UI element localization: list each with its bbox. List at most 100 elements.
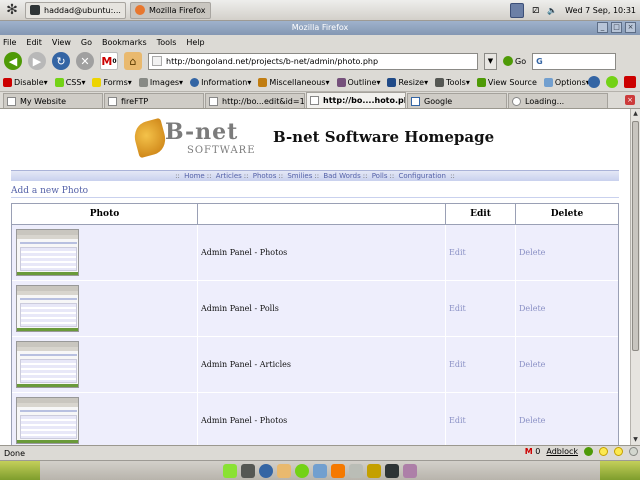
tab-google[interactable]: Google — [407, 93, 507, 108]
menu-bookmarks[interactable]: Bookmarks — [102, 38, 147, 47]
stop-button[interactable]: ✕ — [76, 52, 94, 70]
menu-view[interactable]: View — [52, 38, 71, 47]
edit-link[interactable]: Edit — [449, 304, 466, 313]
launcher-icon[interactable] — [367, 463, 381, 478]
weather-icon[interactable] — [599, 447, 608, 456]
column-header-photo: Photo — [12, 204, 198, 225]
taskbar-item-firefox[interactable]: Mozilla Firefox — [129, 1, 211, 19]
taskbar-item-terminal[interactable]: haddad@ubuntu:... — [25, 1, 126, 19]
delete-link[interactable]: Delete — [519, 416, 545, 425]
adblock-label[interactable]: Adblock — [546, 447, 578, 456]
delete-link[interactable]: Delete — [519, 304, 545, 313]
devbar-disable[interactable]: Disable▾ — [3, 77, 48, 87]
volume-icon[interactable]: 🔈 — [547, 6, 557, 15]
network-icon[interactable]: ⚂ — [532, 6, 539, 15]
close-icon[interactable]: × — [625, 22, 636, 33]
home-button[interactable]: ⌂ — [124, 52, 142, 70]
devbar-css[interactable]: CSS▾ — [54, 77, 85, 87]
information-icon — [190, 77, 200, 87]
launcher-icon[interactable] — [295, 463, 309, 478]
nav-link-articles[interactable]: Articles — [216, 172, 242, 180]
devbar-images[interactable]: Images▾ — [138, 77, 183, 87]
url-bar[interactable]: http://bongoland.net/projects/b-net/admi… — [148, 52, 478, 70]
devbar-resize[interactable]: Resize▾ — [387, 77, 429, 87]
photo-thumbnail[interactable] — [16, 341, 79, 388]
photo-cell — [12, 337, 198, 393]
vertical-scrollbar[interactable]: ▲ ▼ — [630, 109, 640, 445]
scroll-thumb[interactable] — [632, 121, 639, 351]
devbar-tools[interactable]: Tools▾ — [435, 77, 470, 87]
devbar-view-source[interactable]: View Source — [476, 77, 537, 87]
weather-cloud-icon[interactable] — [629, 447, 638, 456]
photo-thumbnail[interactable] — [16, 285, 79, 332]
nav-link-photos[interactable]: Photos — [253, 172, 277, 180]
launcher-icon[interactable] — [241, 463, 255, 478]
delete-link[interactable]: Delete — [519, 360, 545, 369]
launcher-icon[interactable] — [403, 463, 417, 478]
edit-link[interactable]: Edit — [449, 360, 466, 369]
menu-edit[interactable]: Edit — [26, 38, 42, 47]
add-new-photo-link[interactable]: Add a new Photo — [11, 186, 619, 198]
tab-my-website[interactable]: My Website — [3, 93, 103, 108]
launcher-icon[interactable] — [313, 463, 327, 478]
status-green-icon[interactable] — [584, 447, 593, 456]
photo-cell — [12, 225, 198, 281]
weather-forecast-icon[interactable] — [614, 447, 623, 456]
devbar-label: Resize▾ — [398, 77, 429, 87]
devbar-close-icon[interactable] — [624, 76, 636, 88]
tab-fireftp[interactable]: fireFTP — [104, 93, 204, 108]
gmail-status[interactable]: M 0 — [525, 447, 541, 456]
url-dropdown-button[interactable]: ▼ — [484, 52, 497, 70]
photo-thumbnail[interactable] — [16, 397, 79, 444]
nav-link-bad-words[interactable]: Bad Words — [323, 172, 360, 180]
launcher-icon[interactable] — [259, 463, 273, 478]
trash-icon[interactable] — [510, 3, 525, 18]
forward-button[interactable]: ▶ — [28, 52, 46, 70]
site-logo[interactable]: B-net SOFTWARE — [131, 117, 263, 159]
tab-close-icon[interactable]: × — [625, 95, 635, 105]
launcher-icon[interactable] — [331, 463, 345, 478]
tab-favicon — [108, 96, 117, 106]
menu-file[interactable]: File — [3, 38, 16, 47]
menu-go[interactable]: Go — [81, 38, 92, 47]
nav-link-configuration[interactable]: Configuration — [398, 172, 445, 180]
nav-separator: :: — [243, 172, 249, 180]
window-titlebar[interactable]: Mozilla Firefox _ □ × — [0, 21, 640, 35]
delete-link[interactable]: Delete — [519, 248, 545, 257]
edit-link[interactable]: Edit — [449, 248, 466, 257]
minimize-icon[interactable]: _ — [597, 22, 608, 33]
scroll-down-icon[interactable]: ▼ — [631, 435, 640, 445]
photo-thumbnail[interactable] — [16, 229, 79, 276]
nav-link-home[interactable]: Home — [184, 172, 205, 180]
gnome-foot-icon[interactable]: ✻ — [3, 1, 21, 19]
back-button[interactable]: ◀ — [4, 52, 22, 70]
clock[interactable]: Wed 7 Sep, 10:31 — [565, 6, 636, 15]
menu-tools[interactable]: Tools — [157, 38, 177, 47]
validation-icon[interactable] — [588, 76, 600, 88]
tab-loading[interactable]: Loading... — [508, 93, 608, 108]
launcher-icon[interactable] — [277, 463, 291, 478]
launcher-icon[interactable] — [349, 463, 363, 478]
devbar-miscellaneous[interactable]: Miscellaneous▾ — [258, 77, 330, 87]
search-input[interactable]: G — [532, 52, 617, 70]
nav-link-polls[interactable]: Polls — [372, 172, 388, 180]
edit-link[interactable]: Edit — [449, 416, 466, 425]
page-favicon — [152, 56, 162, 66]
launcher-icon[interactable] — [385, 463, 399, 478]
launcher-icon[interactable] — [223, 463, 237, 478]
go-button[interactable]: Go — [503, 56, 526, 66]
devbar-label: Options▾ — [554, 77, 590, 87]
menu-help[interactable]: Help — [186, 38, 204, 47]
tab-edit-page[interactable]: http://bo...edit&id=1 — [205, 93, 305, 108]
nav-link-smilies[interactable]: Smilies — [287, 172, 312, 180]
devbar-information[interactable]: Information▾ — [190, 77, 251, 87]
tab-photo-page[interactable]: http://bo....hoto.php — [306, 92, 406, 108]
devbar-forms[interactable]: Forms▾ — [92, 77, 132, 87]
devbar-outline[interactable]: Outline▾ — [336, 77, 380, 87]
devbar-options[interactable]: Options▾ — [543, 77, 590, 87]
scroll-up-icon[interactable]: ▲ — [631, 109, 640, 119]
css-check-icon[interactable] — [606, 76, 618, 88]
reload-button[interactable]: ↻ — [52, 52, 70, 70]
gmail-button[interactable]: M0 — [100, 52, 118, 70]
maximize-icon[interactable]: □ — [611, 22, 622, 33]
